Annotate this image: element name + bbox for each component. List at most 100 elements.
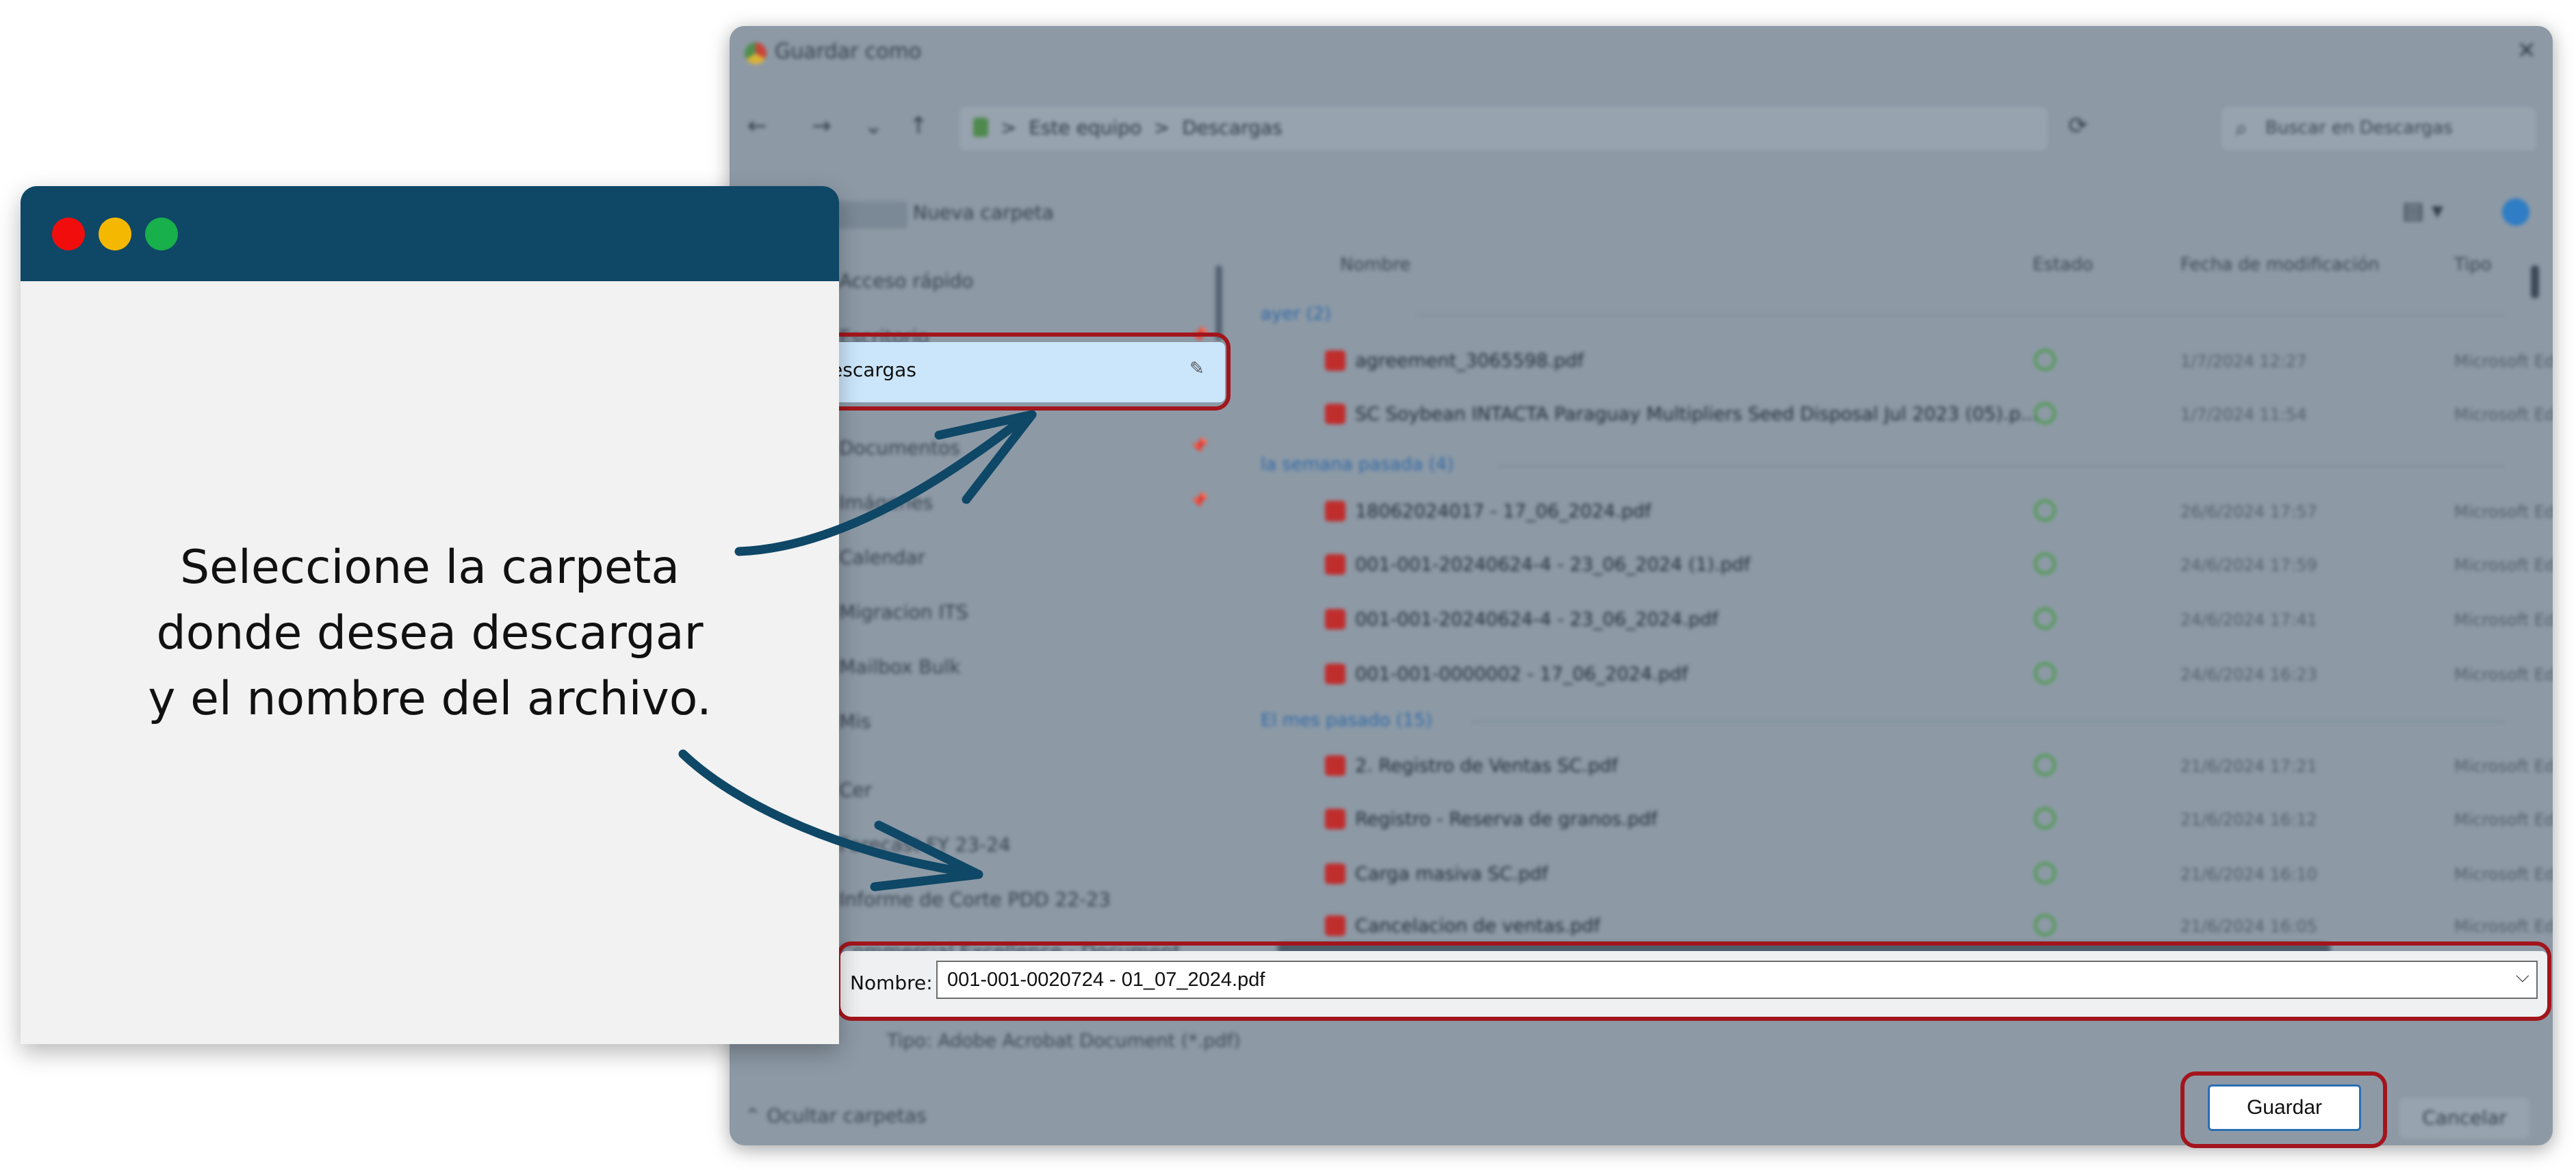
sidebar-item-downloads[interactable]: escargas ✎ xyxy=(795,342,1225,402)
column-header-modified[interactable]: Fecha de modificación xyxy=(2180,255,2380,275)
file-name: 001-001-20240624-4 - 23_06_2024.pdf xyxy=(1355,609,1718,630)
help-icon[interactable] xyxy=(2502,198,2529,226)
file-type: Microsoft Ed xyxy=(2454,405,2553,424)
file-row[interactable]: 18062024017 - 17_06_2024.pdf 26/6/2024 1… xyxy=(1239,491,2553,532)
group-divider xyxy=(1471,721,2505,723)
group-header[interactable]: la semana pasada (4) xyxy=(1261,454,1454,475)
file-date: 1/7/2024 11:54 xyxy=(2180,405,2307,424)
sync-status-icon xyxy=(2034,914,2056,936)
search-box[interactable]: ⌕ Buscar en Descargas xyxy=(2221,107,2536,151)
breadcrumb: > Este equipo > Descargas xyxy=(973,116,1283,139)
forward-arrow-icon[interactable]: → xyxy=(812,112,832,140)
pin-icon: 📌 xyxy=(1189,493,1209,510)
file-date: 24/6/2024 17:59 xyxy=(2180,556,2317,575)
file-date: 1/7/2024 12:27 xyxy=(2180,352,2307,371)
minimize-dot-icon xyxy=(99,218,131,250)
search-icon: ⌕ xyxy=(2235,115,2247,141)
file-row[interactable]: agreement_3065598.pdf 1/7/2024 12:27 Mic… xyxy=(1239,341,2553,382)
hide-folders-button[interactable]: ⌃ Ocultar carpetas xyxy=(745,1104,927,1127)
pdf-file-icon xyxy=(1325,350,1345,371)
file-type: Microsoft Ed xyxy=(2454,757,2553,776)
file-row[interactable]: 2. Registro de Ventas SC.pdf 21/6/2024 1… xyxy=(1239,746,2553,787)
folder-icon xyxy=(973,118,988,137)
file-type: Microsoft Ed xyxy=(2454,865,2553,884)
column-header-type[interactable]: Tipo xyxy=(2454,255,2492,275)
command-toolbar: Nueva carpeta ▤ ▾ xyxy=(730,189,2553,237)
file-name: SC Soybean INTACTA Paraguay Multipliers … xyxy=(1355,404,2039,425)
sidebar-item-downloads-label: escargas xyxy=(831,359,916,381)
back-arrow-icon[interactable]: ← xyxy=(747,112,767,140)
pane-scrollbar[interactable] xyxy=(1215,265,1222,341)
up-arrow-icon[interactable]: ↑ xyxy=(909,112,929,140)
sync-status-icon xyxy=(2034,754,2056,776)
column-header-name[interactable]: Nombre xyxy=(1340,255,1411,275)
sidebar-item-migracion-its[interactable]: Migracion ITS xyxy=(839,601,968,623)
pdf-file-icon xyxy=(1325,755,1345,776)
sync-status-icon xyxy=(2034,662,2056,684)
sync-status-icon xyxy=(2034,608,2056,629)
sidebar-item-calendar[interactable]: Calendar xyxy=(839,546,925,569)
sidebar-item-cer[interactable]: Cer xyxy=(839,779,872,801)
group-header[interactable]: ayer (2) xyxy=(1261,304,1331,324)
breadcrumb-this-pc[interactable]: Este equipo xyxy=(1029,116,1142,139)
file-list: Nombre Estado Fecha de modificación Tipo… xyxy=(1239,238,2553,950)
file-type: Microsoft Ed xyxy=(2454,917,2553,936)
dialog-titlebar: Guardar como ✕ xyxy=(730,26,2553,79)
file-row[interactable]: SC Soybean INTACTA Paraguay Multipliers … xyxy=(1239,394,2553,435)
file-name: agreement_3065598.pdf xyxy=(1355,350,1584,372)
sync-status-icon xyxy=(2034,499,2056,521)
sidebar-item-quick-access[interactable]: Acceso rápido xyxy=(839,270,973,292)
vertical-scrollbar[interactable] xyxy=(2531,265,2539,298)
file-row[interactable]: Carga masiva SC.pdf 21/6/2024 16:10 Micr… xyxy=(1239,854,2553,895)
pdf-file-icon xyxy=(1325,863,1345,884)
file-name-input[interactable] xyxy=(936,961,2538,999)
close-icon[interactable]: ✕ xyxy=(2517,37,2537,64)
file-row[interactable]: 001-001-20240624-4 - 23_06_2024.pdf 24/6… xyxy=(1239,599,2553,640)
chevron-down-icon[interactable]: ⌵ xyxy=(2516,966,2529,987)
file-row[interactable]: 001-001-0000002 - 17_06_2024.pdf 24/6/20… xyxy=(1239,654,2553,695)
instruction-callout: Seleccione la carpeta donde desea descar… xyxy=(21,186,839,1044)
save-button[interactable]: Guardar xyxy=(2208,1084,2361,1131)
file-type-selector[interactable]: Tipo: Adobe Acrobat Document (*.pdf) xyxy=(887,1030,1241,1052)
sidebar-item-mis[interactable]: Mis xyxy=(839,710,871,733)
file-name: 001-001-20240624-4 - 23_06_2024 (1).pdf xyxy=(1355,554,1751,575)
pdf-file-icon xyxy=(1325,554,1345,575)
sidebar-item-documents[interactable]: Documentos xyxy=(839,437,960,459)
dialog-title: Guardar como xyxy=(775,40,922,64)
file-date: 24/6/2024 16:23 xyxy=(2180,665,2317,684)
address-bar[interactable]: > Este equipo > Descargas xyxy=(959,107,2048,151)
breadcrumb-separator: > xyxy=(1153,116,1170,139)
file-row[interactable]: Cancelacion de ventas.pdf 21/6/2024 16:0… xyxy=(1239,906,2553,947)
sync-status-icon xyxy=(2034,402,2056,424)
pin-icon: 📌 xyxy=(1189,438,1209,455)
file-date: 21/6/2024 17:21 xyxy=(2180,757,2317,776)
recent-locations-icon[interactable]: ⌄ xyxy=(864,112,884,140)
group-header[interactable]: El mes pasado (15) xyxy=(1261,710,1432,731)
sidebar-item-pictures[interactable]: Imágenes xyxy=(839,491,933,514)
search-placeholder: Buscar en Descargas xyxy=(2265,118,2453,138)
file-name: Cancelacion de ventas.pdf xyxy=(1355,915,1601,937)
new-folder-button[interactable]: Nueva carpeta xyxy=(913,201,1054,224)
file-name-label: Nombre: xyxy=(850,972,933,994)
file-type: Microsoft Ed xyxy=(2454,665,2553,684)
callout-title-bar xyxy=(21,186,839,281)
pdf-file-icon xyxy=(1325,809,1345,829)
breadcrumb-downloads[interactable]: Descargas xyxy=(1182,116,1282,139)
view-options-icon[interactable]: ▤ ▾ xyxy=(2402,197,2443,224)
refresh-icon[interactable]: ⟳ xyxy=(2068,112,2088,140)
column-header-status[interactable]: Estado xyxy=(2033,255,2094,275)
file-date: 21/6/2024 16:12 xyxy=(2180,810,2317,829)
pdf-file-icon xyxy=(1325,404,1345,424)
cancel-button[interactable]: Cancelar xyxy=(2399,1097,2529,1139)
file-type: Microsoft Ed xyxy=(2454,810,2553,829)
file-row[interactable]: Registro - Reserva de granos.pdf 21/6/20… xyxy=(1239,799,2553,840)
breadcrumb-separator: > xyxy=(1001,116,1017,139)
file-type: Microsoft Ed xyxy=(2454,502,2553,521)
sidebar-item-mailbox-bulk[interactable]: Mailbox Bulk xyxy=(839,655,960,678)
sidebar-item-forecast[interactable]: Forecast FY 23-24 xyxy=(839,833,1011,856)
file-name: 18062024017 - 17_06_2024.pdf xyxy=(1355,501,1651,522)
sidebar-item-informe-corte[interactable]: Informe de Corte PDD 22-23 xyxy=(839,888,1111,911)
file-row[interactable]: 001-001-20240624-4 - 23_06_2024 (1).pdf … xyxy=(1239,545,2553,586)
close-dot-icon xyxy=(52,218,85,250)
pdf-file-icon xyxy=(1325,609,1345,629)
